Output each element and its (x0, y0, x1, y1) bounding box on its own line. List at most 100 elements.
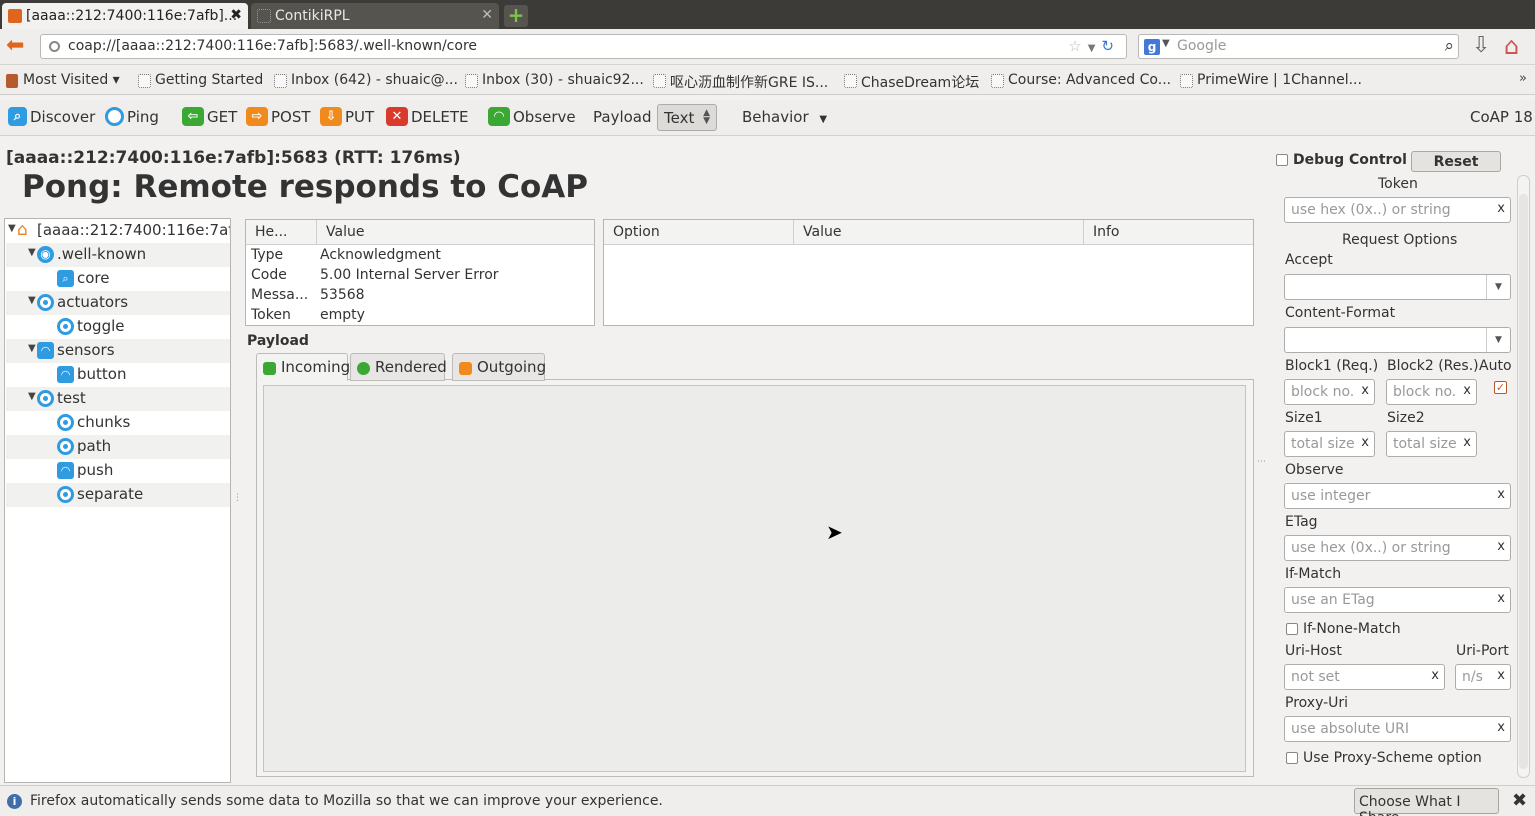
tree-item-chunks[interactable]: chunks (6, 411, 230, 435)
proxy-uri-input[interactable]: use absolute URI x (1284, 716, 1511, 742)
column-header[interactable]: Value (317, 220, 594, 245)
auto-checkbox[interactable]: ✓ (1494, 381, 1507, 394)
url-bar[interactable]: coap://[aaaa::212:7400:116e:7afb]:5683/.… (40, 34, 1127, 59)
if-match-input[interactable]: use an ETag x (1284, 587, 1511, 613)
reload-icon[interactable]: ↻ (1101, 37, 1120, 55)
tree-item-core[interactable]: ⌕ core (6, 267, 230, 291)
bookmark-item[interactable]: PrimeWire | 1Channel... (1180, 72, 1362, 88)
column-header[interactable]: He... (246, 220, 317, 245)
tree-item-actuators[interactable]: ▼ actuators (6, 291, 230, 315)
clear-icon[interactable]: x (1497, 201, 1505, 216)
bookmark-most-visited[interactable]: Most Visited ▾ (6, 72, 120, 88)
downloads-icon[interactable]: ⇩ (1472, 33, 1490, 58)
debug-control-checkbox[interactable] (1276, 154, 1288, 166)
post-button[interactable]: ⇨ POST (246, 106, 311, 128)
expand-triangle-icon[interactable]: ▼ (28, 343, 36, 354)
clear-icon[interactable]: x (1431, 668, 1439, 683)
clear-icon[interactable]: x (1497, 487, 1505, 502)
etag-input[interactable]: use hex (0x..) or string x (1284, 535, 1511, 561)
clear-icon[interactable]: x (1497, 591, 1505, 606)
clear-icon[interactable]: x (1463, 383, 1471, 398)
clear-icon[interactable]: x (1497, 668, 1505, 683)
payload-type-select[interactable]: Text ▲ ▼ (657, 104, 717, 131)
discover-button[interactable]: ⌕ Discover (8, 106, 95, 128)
scrollbar-thumb[interactable] (1519, 194, 1528, 769)
tree-item-test[interactable]: ▼ test (6, 387, 230, 411)
tree-item-toggle[interactable]: toggle (6, 315, 230, 339)
uri-host-input[interactable]: not set x (1284, 664, 1445, 690)
size1-placeholder: total size (1291, 436, 1355, 452)
search-bar[interactable]: g ▼ Google ⌕ (1138, 34, 1459, 59)
tree-splitter-handle[interactable]: ⋮ (233, 493, 242, 503)
size1-input[interactable]: total size x (1284, 431, 1375, 457)
observe-button[interactable]: ◠ Observe (488, 106, 576, 128)
tab-rendered[interactable]: Rendered (350, 353, 447, 381)
observe-input[interactable]: use integer x (1284, 483, 1511, 509)
clear-icon[interactable]: x (1497, 720, 1505, 735)
clear-icon[interactable]: x (1497, 539, 1505, 554)
bookmark-star-icon[interactable]: ☆ (1068, 37, 1087, 55)
if-none-match-checkbox[interactable] (1286, 623, 1298, 635)
token-input[interactable]: use hex (0x..) or string x (1284, 197, 1511, 223)
get-button[interactable]: ⇦ GET (182, 106, 237, 128)
clear-icon[interactable]: x (1463, 435, 1471, 450)
history-dropdown-icon[interactable]: ▼ (1088, 43, 1102, 54)
tree-item-separate[interactable]: separate (6, 483, 230, 507)
ping-button[interactable]: Ping (105, 106, 159, 128)
home-icon[interactable]: ⌂ (1504, 32, 1519, 60)
tree-item-push[interactable]: ◠ push (6, 459, 230, 483)
column-header[interactable]: Option (604, 220, 794, 245)
google-icon[interactable]: g (1144, 39, 1160, 55)
engine-dropdown-icon[interactable]: ▼ (1162, 38, 1170, 49)
bookmark-item[interactable]: Course: Advanced Co... (991, 72, 1171, 88)
tab-incoming[interactable]: Incoming (256, 353, 350, 381)
new-tab-button[interactable]: + (504, 5, 528, 27)
panel-splitter-handle[interactable]: ⋯ (1257, 457, 1266, 467)
behavior-menu[interactable]: Behavior ▼ (742, 108, 827, 126)
bookmark-item[interactable]: 呕心沥血制作新GRE IS... (653, 72, 828, 92)
clear-icon[interactable]: x (1361, 435, 1369, 450)
expand-triangle-icon[interactable]: ▼ (28, 391, 36, 402)
bookmark-item[interactable]: Inbox (30) - shuaic92... (465, 72, 644, 88)
tree-item-host[interactable]: ▼ ⌂ [aaaa::212:7400:116e:7afb... (6, 219, 230, 243)
close-tab-icon[interactable]: ✕ (481, 7, 493, 23)
bookmark-item[interactable]: Getting Started (138, 72, 263, 88)
delete-button[interactable]: ✕ DELETE (386, 106, 469, 128)
tree-item-button[interactable]: ◠ button (6, 363, 230, 387)
block2-input[interactable]: block no. x (1386, 379, 1477, 405)
tree-item-path[interactable]: path (6, 435, 230, 459)
accept-select[interactable]: ▼ (1284, 274, 1511, 300)
site-identity-icon[interactable] (49, 41, 60, 52)
expand-triangle-icon[interactable]: ▼ (28, 247, 36, 258)
back-arrow-icon[interactable]: ⬅ (6, 35, 24, 57)
browser-tab-active[interactable]: [aaaa::212:7400:116e:7afb]... ✖ (2, 3, 248, 29)
response-status-title: Pong: Remote responds to CoAP (22, 169, 589, 205)
content-format-select[interactable]: ▼ (1284, 327, 1511, 353)
size2-input[interactable]: total size x (1386, 431, 1477, 457)
tree-item-well-known[interactable]: ▼ ◉ .well-known (6, 243, 230, 267)
bookmark-item[interactable]: Inbox (642) - shuaic@... (274, 72, 458, 88)
use-proxy-scheme-checkbox[interactable] (1286, 752, 1298, 764)
expand-triangle-icon[interactable]: ▼ (28, 295, 36, 306)
column-header[interactable]: Value (794, 220, 1084, 245)
choose-what-i-share-button[interactable]: Choose What I Share (1354, 788, 1499, 816)
reset-button[interactable]: Reset (1411, 151, 1501, 172)
uri-port-input[interactable]: n/s x (1455, 664, 1511, 690)
search-icon[interactable]: ⌕ (1444, 36, 1454, 56)
expand-triangle-icon[interactable]: ▼ (8, 223, 16, 234)
bookmarks-overflow-icon[interactable]: » (1519, 71, 1527, 86)
close-icon[interactable]: ✖ (1512, 790, 1527, 811)
close-tab-icon[interactable]: ✖ (230, 7, 242, 23)
options-scrollbar[interactable] (1517, 175, 1530, 778)
block1-input[interactable]: block no. x (1284, 379, 1375, 405)
token-placeholder: use hex (0x..) or string (1291, 202, 1451, 218)
put-button[interactable]: ⇩ PUT (320, 106, 374, 128)
clear-icon[interactable]: x (1361, 383, 1369, 398)
column-header[interactable]: Info (1084, 220, 1253, 245)
incoming-payload-textarea[interactable] (263, 385, 1246, 772)
url-bar-actions[interactable]: ☆▼↻ (1068, 37, 1120, 55)
browser-tab[interactable]: ContikiRPL ✕ (251, 3, 499, 29)
tree-item-sensors[interactable]: ▼ ◠ sensors (6, 339, 230, 363)
bookmark-item[interactable]: ChaseDream论坛 (844, 72, 979, 92)
tab-outgoing[interactable]: Outgoing (452, 353, 546, 381)
